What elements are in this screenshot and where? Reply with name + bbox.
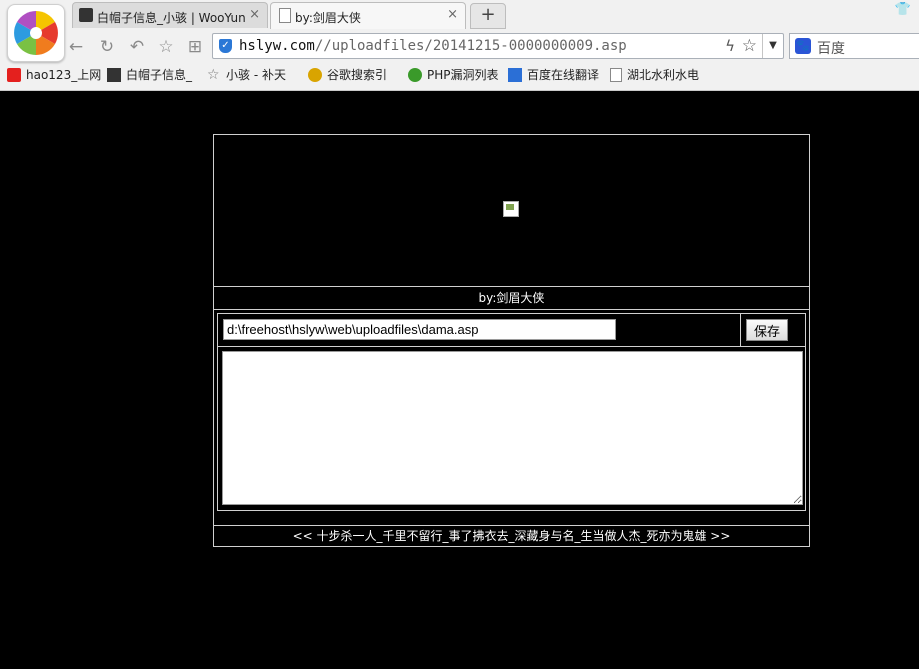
webshell-panel: by:剑眉大侠 保存 << 十步杀一人_千里不留行_事了拂衣去_深藏身与名_生当… xyxy=(213,134,810,547)
bookmark-label: hao123_上网 xyxy=(26,68,102,82)
bookmark-butian[interactable]: ☆ 小骇 - 补天 xyxy=(207,66,286,84)
wooyun-icon xyxy=(79,8,93,22)
new-tab-button[interactable]: + xyxy=(470,3,506,29)
page-icon xyxy=(610,67,622,82)
favorite-icon[interactable]: ☆ xyxy=(156,37,176,57)
url-text[interactable]: hslyw.com//uploadfiles/20141215-00000000… xyxy=(239,38,627,54)
bookmark-label: 白帽子信息_ xyxy=(126,68,193,82)
google-icon xyxy=(308,67,322,82)
bookmark-label: 小骇 - 补天 xyxy=(226,68,286,82)
page-title: by:剑眉大侠 xyxy=(214,287,809,310)
address-bar[interactable]: ✓ hslyw.com//uploadfiles/20141215-000000… xyxy=(212,33,784,59)
bookmark-label: 谷歌搜索引 xyxy=(327,68,388,82)
header-image-cell xyxy=(214,135,809,287)
tab-label: by:剑眉大侠 xyxy=(295,11,361,25)
bookmark-wooyun[interactable]: 白帽子信息_ xyxy=(107,66,192,84)
hao123-icon xyxy=(7,67,21,82)
broken-image-icon xyxy=(503,201,519,217)
save-cell: 保存 xyxy=(741,314,805,347)
url-host: hslyw.com xyxy=(239,38,315,54)
footer-text: << 十步杀一人_千里不留行_事了拂衣去_深藏身与名_生当做人杰_死亦为鬼雄 >… xyxy=(214,525,809,547)
path-cell xyxy=(218,314,741,347)
browser-logo-icon[interactable] xyxy=(7,4,65,62)
tab-current-page[interactable]: by:剑眉大侠 × xyxy=(270,2,466,29)
skin-icon[interactable]: 👕 xyxy=(895,2,911,17)
page-icon xyxy=(279,8,291,23)
editor-table: 保存 xyxy=(217,313,806,511)
wooyun-icon xyxy=(107,67,121,82)
bookmark-php[interactable]: PHP漏洞列表 xyxy=(408,66,499,84)
bookmark-label: PHP漏洞列表 xyxy=(427,68,499,82)
frog-icon xyxy=(408,67,422,82)
tab-label: 白帽子信息_小骇 | WooYun xyxy=(97,11,246,25)
bookmark-hubei[interactable]: 湖北水利水电 xyxy=(610,66,699,84)
bookmark-google[interactable]: 谷歌搜索引 xyxy=(308,66,387,84)
shield-icon: ✓ xyxy=(219,39,232,53)
bookmark-translate[interactable]: 百度在线翻译 xyxy=(508,66,599,84)
lightning-icon[interactable]: ϟ xyxy=(725,37,735,55)
save-button[interactable]: 保存 xyxy=(746,319,788,341)
close-tab-icon[interactable]: × xyxy=(249,7,260,22)
baidu-paw-icon: 🐾 xyxy=(795,38,811,54)
apps-grid-icon[interactable]: ⊞ xyxy=(185,37,205,57)
translate-icon xyxy=(508,67,522,82)
search-engine-label: 百度 xyxy=(817,41,845,57)
file-path-input[interactable] xyxy=(223,319,616,340)
star-icon: ☆ xyxy=(207,66,220,83)
refresh-icon[interactable]: ↻ xyxy=(97,37,117,57)
undo-icon[interactable]: ↶ xyxy=(127,37,147,57)
url-path: //uploadfiles/20141215-0000000009.asp xyxy=(314,38,627,54)
file-content-textarea[interactable] xyxy=(222,351,803,505)
tab-wooyun[interactable]: 白帽子信息_小骇 | WooYun × xyxy=(72,2,268,28)
search-box[interactable]: 🐾 百度 xyxy=(789,33,919,59)
bookmark-hao123[interactable]: hao123_上网 xyxy=(7,66,101,84)
bookmark-label: 湖北水利水电 xyxy=(627,68,700,82)
close-tab-icon[interactable]: × xyxy=(447,7,458,22)
browser-chrome: 白帽子信息_小骇 | WooYun × by:剑眉大侠 × + 👕 ← ↻ ↶ … xyxy=(0,0,919,91)
bookmark-label: 百度在线翻译 xyxy=(527,68,600,82)
chevron-down-icon[interactable]: ▼ xyxy=(762,34,783,58)
bookmark-star-icon[interactable]: ☆ xyxy=(742,36,757,56)
back-icon[interactable]: ← xyxy=(66,37,86,57)
